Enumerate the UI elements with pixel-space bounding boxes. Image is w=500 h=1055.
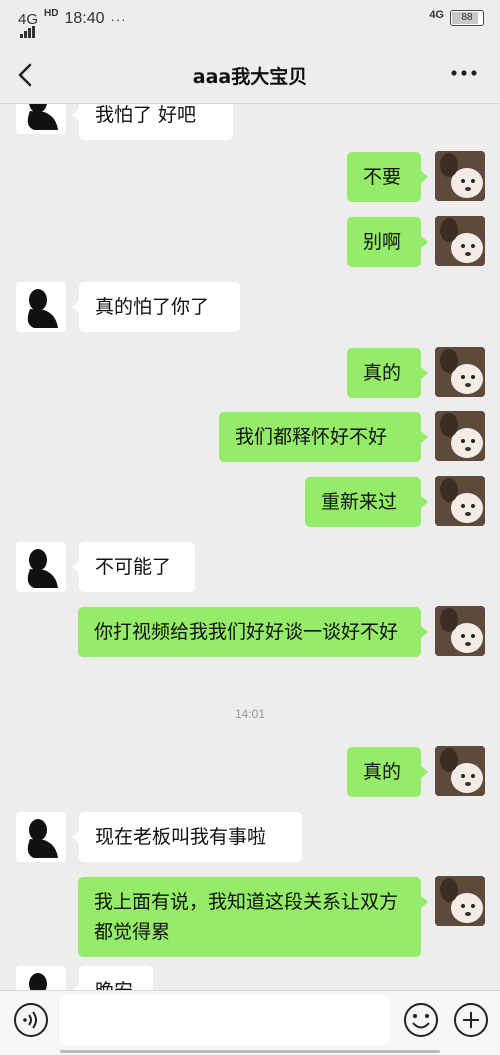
message-bubble[interactable]: 真的怕了你了	[72, 282, 240, 332]
dog-photo-icon	[435, 876, 485, 926]
status-bar: 4G HD 18:40 ··· 4G 88	[0, 0, 500, 44]
network-right-label: 4G	[429, 9, 444, 21]
dog-photo-icon	[435, 411, 485, 461]
status-time: 18:40	[64, 10, 105, 27]
avatar[interactable]	[435, 476, 485, 526]
message-bubble[interactable]: 晚安	[72, 966, 153, 990]
message-text: 真的	[363, 761, 402, 783]
avatar[interactable]	[16, 812, 66, 862]
message-bubble[interactable]: 我怕了 好吧	[72, 104, 233, 140]
message-bubble[interactable]: 真的	[347, 348, 428, 398]
message-input[interactable]	[60, 995, 390, 1045]
message-text: 晚安	[95, 980, 133, 990]
dog-photo-icon	[435, 606, 485, 656]
person-silhouette-icon	[27, 549, 58, 588]
message-bubble[interactable]: 真的	[347, 747, 428, 797]
message-text: 重新来过	[321, 491, 398, 513]
message-bubble[interactable]: 你打视频给我我们好好谈一谈好不好	[78, 607, 428, 657]
avatar[interactable]	[435, 876, 485, 926]
message-text: 不可能了	[95, 556, 172, 578]
emoji-icon[interactable]	[402, 1001, 440, 1039]
message-text: 别啊	[363, 231, 402, 253]
more-dots-icon[interactable]	[450, 68, 478, 78]
battery-icon: 88	[450, 10, 484, 26]
message-bubble[interactable]: 别啊	[347, 217, 428, 267]
message-text: 我怕了 好吧	[95, 104, 197, 126]
dog-photo-icon	[435, 746, 485, 796]
message-text: 真的怕了你了	[95, 296, 210, 318]
avatar[interactable]	[16, 282, 66, 332]
avatar[interactable]	[435, 151, 485, 201]
message-bubble[interactable]: 不可能了	[72, 542, 195, 592]
chat-area[interactable]: 我怕了 好吧 不要 别啊 真的怕了你了 真的 我们都释怀好不好 重新来过 不可能…	[0, 104, 500, 990]
home-indicator[interactable]	[60, 1050, 440, 1053]
avatar[interactable]	[16, 542, 66, 592]
signal-icon	[20, 26, 35, 38]
message-text: 现在老板叫我有事啦	[95, 826, 267, 848]
chat-title: aaa我大宝贝	[192, 66, 308, 88]
hd-label: HD	[44, 7, 59, 19]
avatar[interactable]	[435, 606, 485, 656]
input-bar	[0, 990, 500, 1055]
battery-level: 88	[461, 12, 473, 23]
dog-photo-icon	[435, 476, 485, 526]
plus-icon[interactable]	[452, 1001, 490, 1039]
avatar[interactable]	[435, 411, 485, 461]
avatar[interactable]	[16, 104, 66, 134]
avatar[interactable]	[435, 347, 485, 397]
avatar[interactable]	[16, 966, 66, 990]
avatar[interactable]	[435, 746, 485, 796]
message-text: 你打视频给我我们好好谈一谈好不好	[94, 621, 399, 643]
message-bubble[interactable]: 我上面有说，我知道这段关系让双方都觉得累	[78, 877, 428, 957]
message-bubble[interactable]: 重新来过	[305, 477, 428, 527]
message-text: 我上面有说，我知道这段关系让双方都觉得累	[94, 891, 399, 943]
dog-photo-icon	[435, 151, 485, 201]
avatar[interactable]	[435, 216, 485, 266]
voice-icon[interactable]	[12, 1001, 50, 1039]
message-text: 真的	[363, 362, 402, 384]
message-bubble[interactable]: 现在老板叫我有事啦	[72, 812, 302, 862]
dog-photo-icon	[435, 347, 485, 397]
person-silhouette-icon	[27, 819, 58, 858]
person-silhouette-icon	[27, 104, 58, 130]
message-bubble[interactable]: 不要	[347, 152, 428, 202]
dog-photo-icon	[435, 216, 485, 266]
person-silhouette-icon	[29, 973, 47, 990]
message-text: 我们都释怀好不好	[235, 426, 388, 448]
status-right: 4G 88	[429, 9, 484, 26]
person-silhouette-icon	[27, 289, 58, 328]
nav-bar: aaa我大宝贝	[0, 46, 500, 104]
network-label: 4G	[18, 10, 39, 28]
timestamp: 14:01	[234, 707, 266, 721]
status-dots: ···	[110, 11, 127, 27]
message-text: 不要	[363, 166, 402, 188]
message-bubble[interactable]: 我们都释怀好不好	[219, 412, 428, 462]
